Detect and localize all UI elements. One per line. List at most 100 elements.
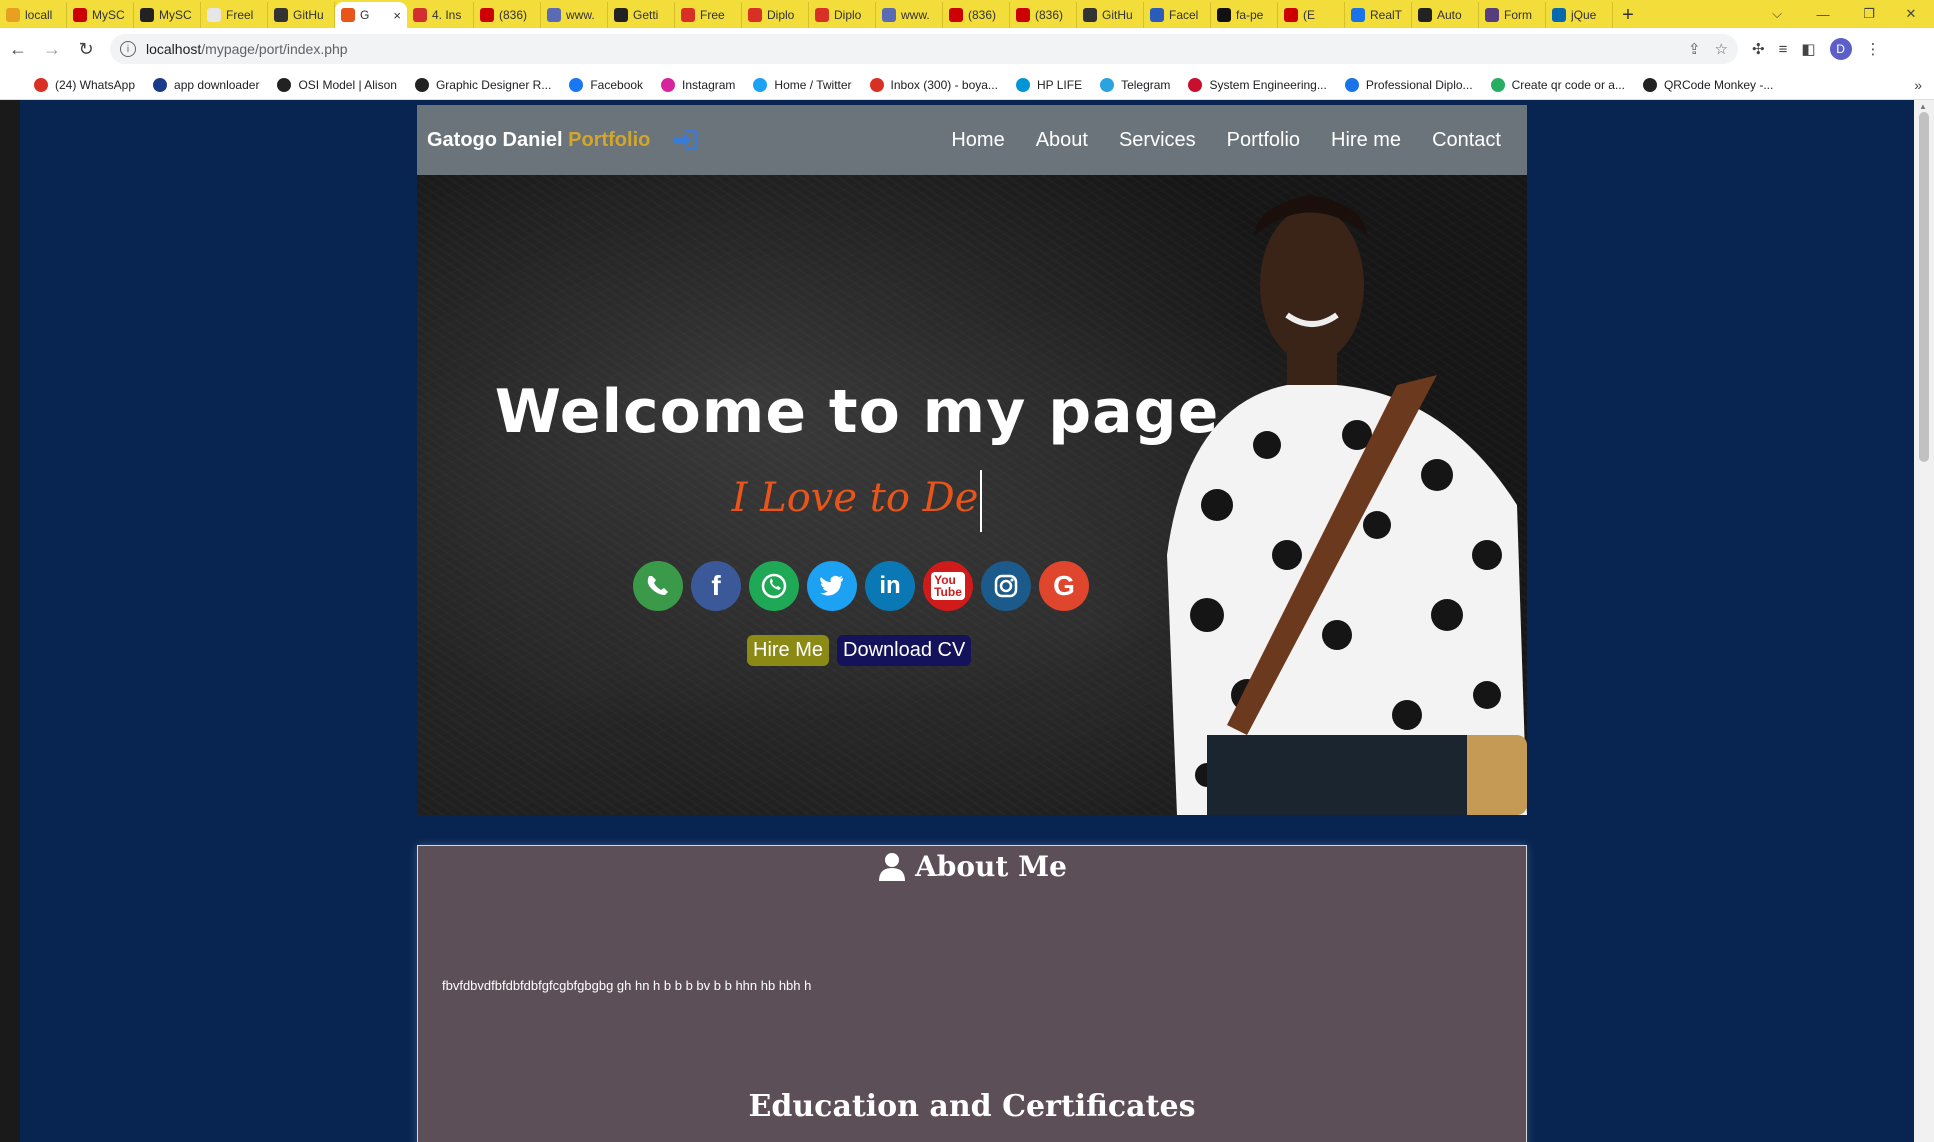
browser-tab[interactable]: (836) [1010, 2, 1077, 28]
browser-tab[interactable]: locall [0, 2, 67, 28]
whatsapp-icon[interactable] [749, 561, 799, 611]
browser-tab[interactable]: Freel [201, 2, 268, 28]
bookmark-item[interactable]: Inbox (300) - boya... [869, 77, 998, 92]
youtube-icon[interactable]: You Tube [923, 561, 973, 611]
browser-tab[interactable]: MySC [134, 2, 201, 28]
browser-tab[interactable]: jQue [1546, 2, 1613, 28]
browser-tab[interactable]: fa-pe [1211, 2, 1278, 28]
login-icon[interactable] [672, 128, 700, 152]
tab-favicon-icon [73, 8, 87, 22]
nav-link-about[interactable]: About [1036, 129, 1088, 152]
twitter-icon[interactable] [807, 561, 857, 611]
download-cv-button[interactable]: Download CV [837, 635, 972, 666]
bookmark-item[interactable]: Professional Diplo... [1344, 77, 1473, 92]
back-icon[interactable]: ← [2, 33, 34, 65]
bookmark-item[interactable]: QRCode Monkey -... [1642, 77, 1774, 92]
google-icon[interactable]: G [1039, 561, 1089, 611]
nav-link-services[interactable]: Services [1119, 129, 1196, 152]
hire-me-button[interactable]: Hire Me [747, 635, 830, 666]
nav-link-home[interactable]: Home [951, 129, 1004, 152]
browser-tab[interactable]: Facel [1144, 2, 1211, 28]
minimize-button[interactable]: — [1800, 0, 1846, 28]
nav-link-hire-me[interactable]: Hire me [1331, 129, 1401, 152]
linkedin-icon[interactable]: in [865, 561, 915, 611]
site-info-icon[interactable]: i [120, 41, 136, 57]
tab-search-icon[interactable]: ⌵ [1754, 0, 1800, 28]
url-input[interactable]: i localhost/mypage/port/index.php ⇪ ☆ [110, 34, 1738, 64]
scroll-up-icon[interactable]: ▲ [1919, 102, 1927, 111]
browser-tab[interactable]: Diplo [809, 2, 876, 28]
tab-title: locall [25, 8, 53, 22]
browser-tab[interactable]: (836) [474, 2, 541, 28]
bookmark-item[interactable]: HP LIFE [1015, 77, 1082, 92]
bookmark-label: Home / Twitter [774, 77, 852, 92]
side-panel-icon[interactable]: ◧ [1801, 40, 1815, 58]
instagram-icon[interactable] [981, 561, 1031, 611]
bookmark-item[interactable]: app downloader [153, 77, 259, 92]
bookmark-label: Instagram [682, 77, 736, 92]
tab-title: (836) [968, 8, 997, 22]
bookmark-label: Create qr code or a... [1511, 77, 1625, 92]
bookmark-label: QRCode Monkey -... [1663, 77, 1774, 92]
nav-link-contact[interactable]: Contact [1432, 129, 1501, 152]
tab-favicon-icon [341, 8, 355, 22]
bookmark-star-icon[interactable]: ☆ [1715, 40, 1728, 58]
bookmark-item[interactable]: Graphic Designer R... [414, 77, 552, 92]
browser-tab[interactable]: (E [1278, 2, 1345, 28]
bookmark-label: Graphic Designer R... [435, 77, 552, 92]
bookmark-item[interactable]: Create qr code or a... [1490, 77, 1625, 92]
tab-title: MySC [159, 8, 192, 22]
browser-tab[interactable]: 4. Ins [407, 2, 474, 28]
url-path: /mypage/port/index.php [201, 41, 348, 57]
browser-tab[interactable]: Form [1479, 2, 1546, 28]
site-brand[interactable]: Gatogo Daniel Portfolio [427, 129, 650, 152]
tab-title: (E [1303, 8, 1315, 22]
share-icon[interactable]: ⇪ [1688, 40, 1701, 58]
browser-tab[interactable]: Getti [608, 2, 675, 28]
forward-icon[interactable]: → [36, 33, 68, 65]
tab-favicon-icon [1284, 8, 1298, 22]
bookmark-item[interactable]: Instagram [661, 77, 736, 92]
bookmark-item[interactable]: Home / Twitter [753, 77, 852, 92]
tab-favicon-icon [413, 8, 427, 22]
tab-favicon-icon [1150, 8, 1164, 22]
browser-tab[interactable]: GitHu [268, 2, 335, 28]
browser-tab[interactable]: GitHu [1077, 2, 1144, 28]
close-window-button[interactable]: ✕ [1888, 0, 1934, 28]
browser-tab[interactable]: Diplo [742, 2, 809, 28]
hero-buttons: Hire Me Download CV [747, 635, 972, 666]
profile-avatar[interactable]: D [1829, 38, 1852, 60]
close-tab-icon[interactable]: × [393, 8, 401, 23]
nav-link-portfolio[interactable]: Portfolio [1227, 129, 1300, 152]
bookmark-label: OSI Model | Alison [298, 77, 397, 92]
media-control-icon[interactable]: ≡ [1779, 41, 1788, 58]
browser-tab-active[interactable]: G × [335, 2, 407, 28]
bookmark-label: System Engineering... [1209, 77, 1327, 92]
menu-kebab-icon[interactable]: ⋮ [1866, 40, 1881, 58]
reload-icon[interactable]: ↻ [70, 33, 102, 65]
page-scrollbar[interactable]: ▲ [1914, 100, 1934, 1142]
about-title: About Me [915, 849, 1067, 883]
tab-title: Diplo [834, 8, 862, 22]
tab-title: Getti [633, 8, 659, 22]
bookmark-item[interactable]: System Engineering... [1188, 77, 1327, 92]
facebook-icon[interactable]: f [691, 561, 741, 611]
bookmark-item[interactable]: OSI Model | Alison [277, 77, 397, 92]
bookmarks-overflow-icon[interactable]: » [1914, 77, 1922, 93]
new-tab-button[interactable]: + [1613, 2, 1643, 28]
bookmark-item[interactable]: Facebook [569, 77, 643, 92]
browser-tab[interactable]: www. [876, 2, 943, 28]
browser-tab[interactable]: (836) [943, 2, 1010, 28]
bookmark-item[interactable]: (24) WhatsApp [34, 77, 135, 92]
browser-tab[interactable]: Auto [1412, 2, 1479, 28]
browser-tab[interactable]: RealT [1345, 2, 1412, 28]
brand-accent: Portfolio [568, 128, 651, 151]
browser-tab[interactable]: Free [675, 2, 742, 28]
restore-button[interactable]: ❐ [1846, 0, 1892, 28]
browser-tab[interactable]: MySC [67, 2, 134, 28]
bookmark-item[interactable]: Telegram [1100, 77, 1170, 92]
scrollbar-thumb[interactable] [1919, 112, 1929, 462]
phone-icon[interactable] [633, 561, 683, 611]
extensions-icon[interactable]: ✣ [1752, 40, 1765, 58]
browser-tab[interactable]: www. [541, 2, 608, 28]
